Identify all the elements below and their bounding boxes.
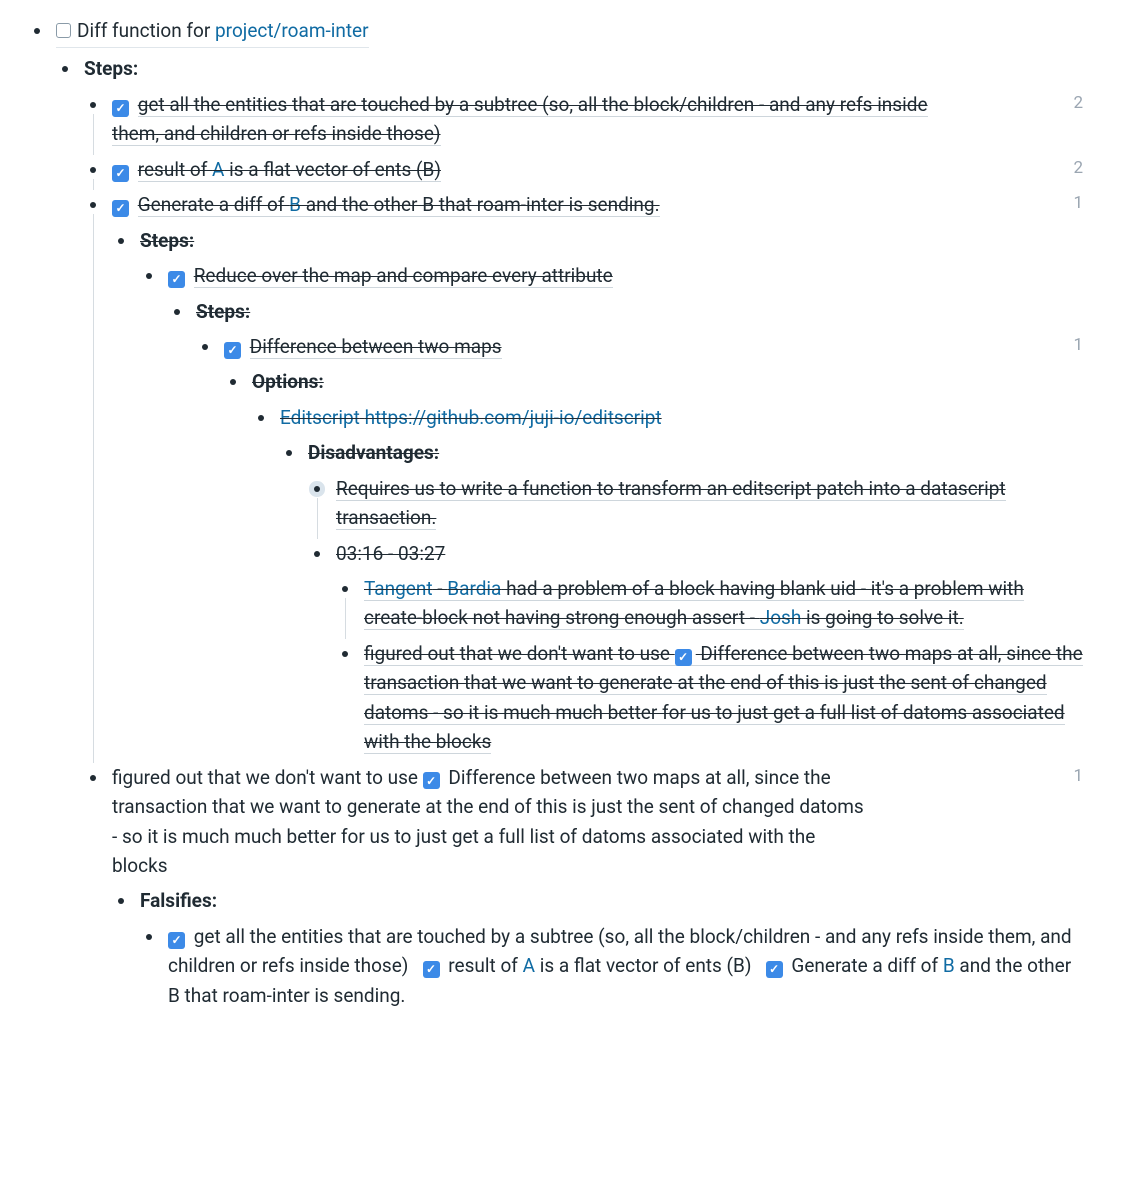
check-icon[interactable]: ✓ <box>675 649 692 666</box>
figured2-pre: figured out that we don't want to use <box>112 766 423 789</box>
tangent-josh[interactable]: Josh <box>760 606 802 629</box>
editscript-block[interactable]: Editscript https://github.com/juji-io/ed… <box>252 403 1083 757</box>
check-icon[interactable]: ✓ <box>168 271 185 288</box>
falsify-c-link[interactable]: B <box>943 954 955 977</box>
steps-heading[interactable]: Steps: ✓ get all the entities that are t… <box>56 54 1083 1010</box>
check-icon[interactable]: ✓ <box>112 200 129 217</box>
tangent-word[interactable]: Tangent <box>364 577 433 600</box>
ref-count[interactable]: 1 <box>1053 190 1083 216</box>
check-icon[interactable]: ✓ <box>112 165 129 182</box>
falsify-b-link[interactable]: A <box>523 954 535 977</box>
check-icon[interactable]: ✓ <box>423 772 440 789</box>
check-icon[interactable]: ✓ <box>112 100 129 117</box>
step-c-link[interactable]: B <box>289 193 301 216</box>
steps-heading-3[interactable]: Steps: ✓ Difference bet <box>168 297 1083 757</box>
steps-label: Steps: <box>84 57 138 80</box>
tangent-tail: is going to solve it. <box>801 606 963 629</box>
step-a[interactable]: ✓ get all the entities that are touched … <box>84 90 1083 149</box>
check-icon[interactable]: ✓ <box>423 961 440 978</box>
req-block[interactable]: Requires us to write a function to trans… <box>308 474 1083 533</box>
root-block[interactable]: Diff function for project/roam-inter Ste… <box>20 16 1083 1010</box>
falsify-b-post: is a flat vector of ents (B) <box>535 954 752 977</box>
reduce-text: Reduce over the map and compare every at… <box>194 264 613 288</box>
time-text: 03:16 - 03:27 <box>336 542 445 565</box>
falsifies-label: Falsifies: <box>140 889 217 912</box>
ref-count[interactable]: 2 <box>1053 90 1083 116</box>
diffmaps-text: Difference between two maps <box>250 335 502 359</box>
falsify-c-pre: Generate a diff of <box>791 954 942 977</box>
figured-ref[interactable]: Difference between two maps <box>700 642 952 665</box>
step-b-pre: result of <box>138 158 212 181</box>
check-icon[interactable]: ✓ <box>766 961 783 978</box>
editscript-label[interactable]: Editscript <box>280 406 360 429</box>
req-text: Requires us to write a function to trans… <box>336 477 1006 530</box>
title-prefix: Diff function for <box>77 19 215 42</box>
options-heading[interactable]: Options: Editscript https://github.com/j… <box>224 367 1083 756</box>
step-b[interactable]: ✓ result of A is a flat vector of ents (… <box>84 155 1083 184</box>
falsify-block[interactable]: ✓ get all the entities that are touched … <box>140 922 1083 1010</box>
reduce-block[interactable]: ✓ Reduce over the map and compare every … <box>140 261 1083 757</box>
ref-count[interactable]: 1 <box>1053 763 1083 789</box>
figured-block[interactable]: figured out that we don't want to use ✓ … <box>336 639 1083 757</box>
figured2-block[interactable]: figured out that we don't want to use ✓ … <box>84 763 1083 1011</box>
figured-pre: figured out that we don't want to use <box>364 642 675 665</box>
steps-label-3: Steps: <box>196 300 250 323</box>
steps-label-2: Steps: <box>140 229 194 252</box>
title-link[interactable]: project/roam-inter <box>215 19 369 42</box>
step-c-pre: Generate a diff of <box>138 193 289 216</box>
check-icon[interactable]: ✓ <box>224 342 241 359</box>
tangent-bardia[interactable]: Bardia <box>447 577 501 600</box>
step-c[interactable]: ✓ Generate a diff of B and the other B t… <box>84 190 1083 756</box>
disadv-heading[interactable]: Disadvantages: Requires us to write a fu… <box>280 438 1083 756</box>
disadv-label: Disadvantages: <box>308 441 439 464</box>
ref-count[interactable]: 1 <box>1053 332 1083 358</box>
time-block[interactable]: 03:16 - 03:27 Tangent - Bardia had a pro… <box>308 539 1083 757</box>
options-label: Options: <box>252 370 324 393</box>
diffmaps-block[interactable]: ✓ Difference between two maps 1 <box>196 332 1083 757</box>
step-a-text: get all the entities that are touched by… <box>112 93 928 146</box>
check-icon[interactable]: ✓ <box>168 932 185 949</box>
falsify-b-pre: result of <box>448 954 522 977</box>
checkbox-empty[interactable] <box>56 23 71 38</box>
steps-heading-2[interactable]: Steps: ✓ Reduce over the map and compare… <box>112 226 1083 757</box>
step-c-post: and the other B that roam-inter is sendi… <box>301 193 660 216</box>
tangent-block[interactable]: Tangent - Bardia had a problem of a bloc… <box>336 574 1083 633</box>
step-b-post: is a flat vector of ents (B) <box>224 158 441 181</box>
figured2-ref[interactable]: Difference between two maps <box>448 766 700 789</box>
ref-count[interactable]: 2 <box>1053 155 1083 181</box>
step-b-link[interactable]: A <box>212 158 224 181</box>
editscript-url[interactable]: https://github.com/juji-io/editscript <box>365 406 662 429</box>
falsifies-heading[interactable]: Falsifies: ✓ get all the entities that a… <box>112 886 1083 1010</box>
